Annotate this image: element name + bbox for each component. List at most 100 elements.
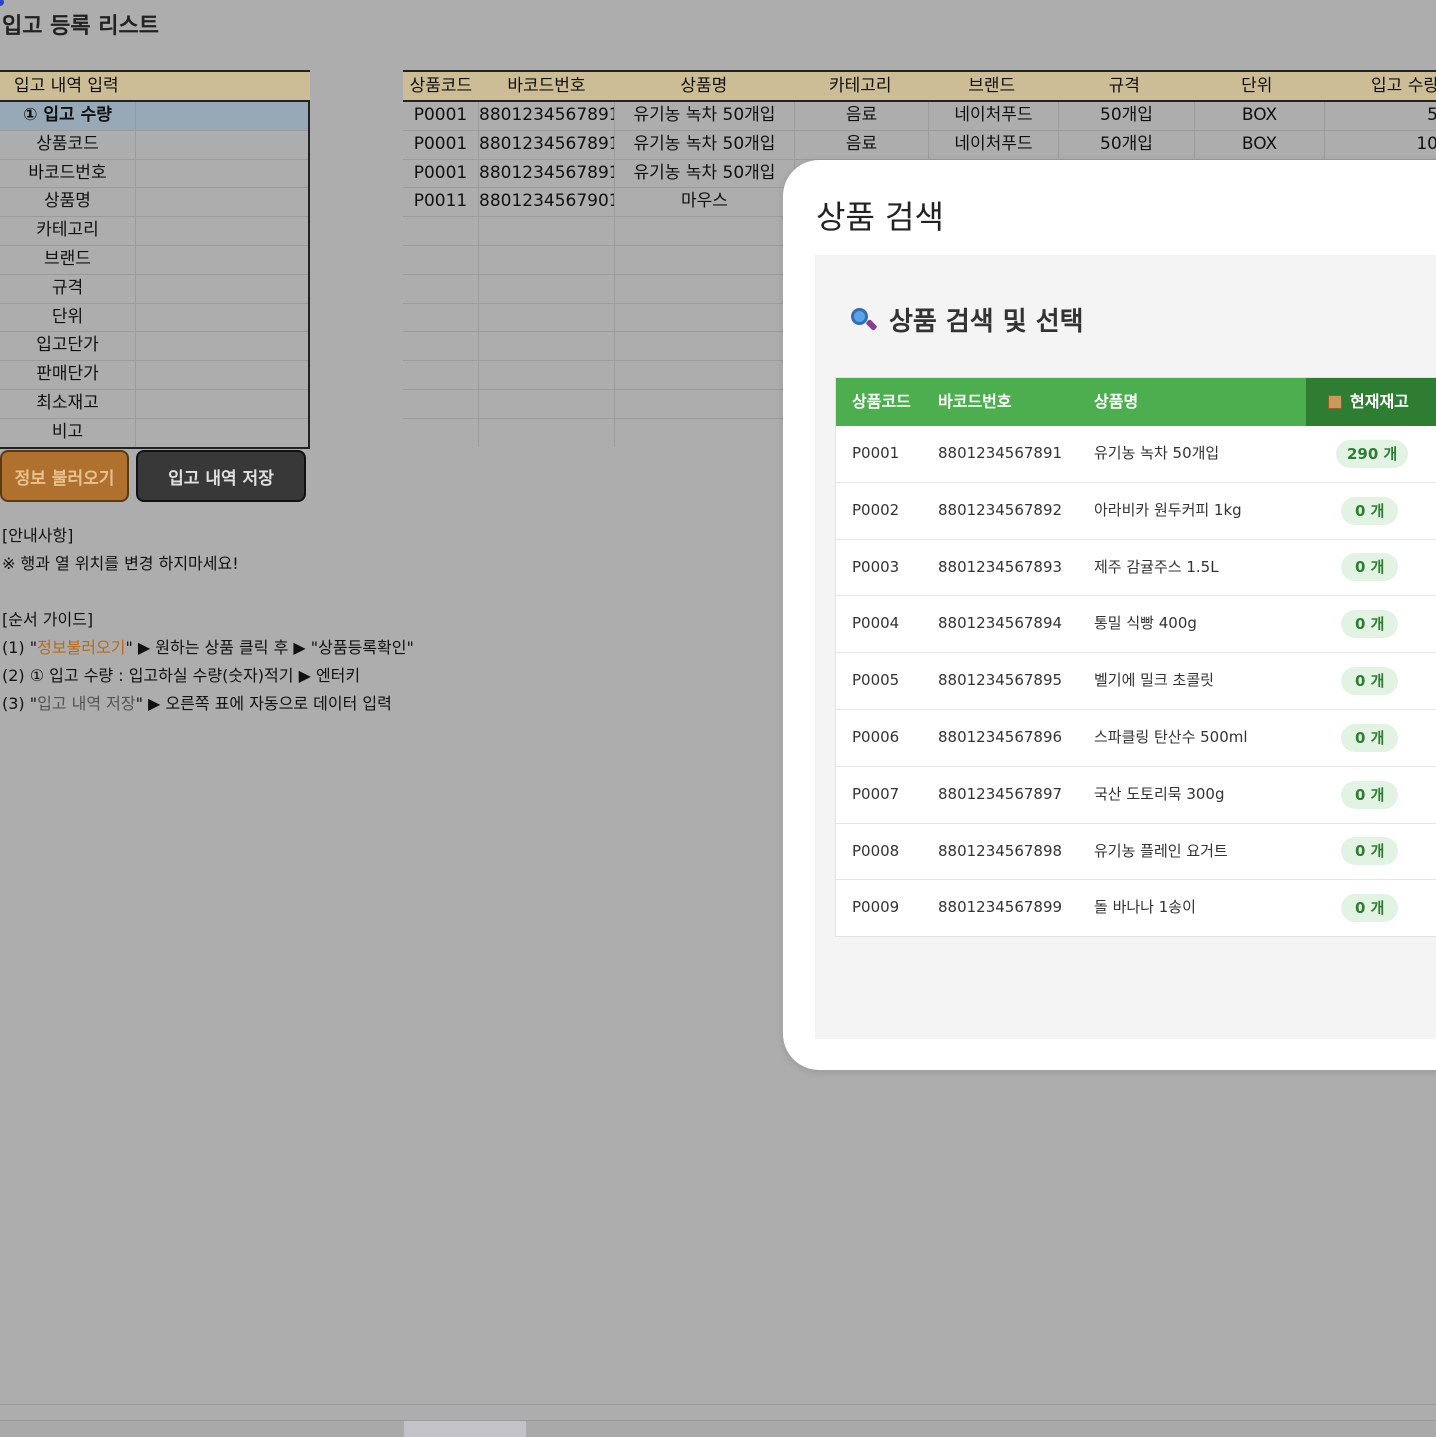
col-header[interactable]: 규격 xyxy=(1056,72,1191,100)
input-cell[interactable] xyxy=(136,361,308,389)
cell[interactable]: P0011 xyxy=(403,188,479,217)
col-header-stock[interactable]: 현재재고 xyxy=(1306,378,1436,426)
cell[interactable]: 유기농 녹차 50개입 xyxy=(615,130,795,159)
cell[interactable] xyxy=(615,418,795,447)
cell[interactable] xyxy=(403,274,479,303)
scrollbar-thumb[interactable] xyxy=(404,1421,526,1437)
cell[interactable]: 8801234567901 xyxy=(479,188,615,217)
cell[interactable] xyxy=(615,389,795,418)
input-cell[interactable] xyxy=(136,246,308,274)
cell[interactable]: 음료 xyxy=(795,130,929,159)
product-row[interactable]: P0008 8801234567898 유기농 플레인 요거트 0 개 xyxy=(836,824,1436,881)
input-cell[interactable] xyxy=(136,304,308,332)
input-cell[interactable] xyxy=(136,160,308,188)
input-cell[interactable] xyxy=(136,188,308,216)
cell[interactable] xyxy=(479,274,615,303)
input-row-sale-price[interactable]: 판매단가 xyxy=(0,361,308,390)
cell[interactable]: 8801234567891 xyxy=(479,159,615,188)
product-row[interactable]: P0002 8801234567892 아라비카 원두커피 1kg 0 개 xyxy=(836,483,1436,540)
input-row-code[interactable]: 상품코드 xyxy=(0,130,308,160)
cell[interactable] xyxy=(479,418,615,447)
product-row[interactable]: P0009 8801234567899 돌 바나나 1송이 0 개 xyxy=(836,880,1436,936)
input-row-name[interactable]: 상품명 xyxy=(0,188,308,218)
cell[interactable]: 5 xyxy=(1325,102,1436,130)
input-row-barcode[interactable]: 바코드번호 xyxy=(0,159,308,189)
cell[interactable]: 네이처푸드 xyxy=(929,130,1059,159)
col-header[interactable]: 상품명 xyxy=(1094,378,1306,426)
input-cell[interactable] xyxy=(136,390,308,418)
col-header[interactable]: 단위 xyxy=(1192,72,1322,100)
cell[interactable]: BOX xyxy=(1195,130,1325,159)
step-text: " ▶ 오른쪽 표에 자동으로 데이터 입력 xyxy=(135,694,392,713)
cell[interactable] xyxy=(479,217,615,245)
cell[interactable] xyxy=(615,245,795,274)
cell[interactable] xyxy=(615,361,795,389)
cell[interactable]: 8801234567891 xyxy=(479,102,615,130)
input-cell[interactable] xyxy=(136,419,308,447)
cell[interactable] xyxy=(403,361,479,389)
cell[interactable]: 유기농 녹차 50개입 xyxy=(615,159,795,188)
input-row-quantity[interactable]: ① 입고 수량 xyxy=(0,102,308,131)
cell[interactable] xyxy=(403,332,479,361)
cell[interactable] xyxy=(403,303,479,332)
cell[interactable] xyxy=(615,274,795,303)
cell[interactable]: 마우스 xyxy=(615,188,795,217)
cell[interactable] xyxy=(479,389,615,418)
cell[interactable] xyxy=(479,245,615,274)
col-header[interactable]: 브랜드 xyxy=(927,72,1057,100)
cell[interactable]: 10 xyxy=(1325,131,1436,159)
col-header[interactable]: 입고 수량 xyxy=(1321,72,1436,100)
col-header[interactable]: 상품명 xyxy=(614,72,793,100)
cell[interactable]: 50개입 xyxy=(1059,130,1195,159)
cell[interactable]: BOX xyxy=(1195,102,1325,130)
cell[interactable]: P0001 xyxy=(403,130,479,159)
cell[interactable] xyxy=(403,418,479,447)
product-row[interactable]: P0007 8801234567897 국산 도토리묵 300g 0 개 xyxy=(836,767,1436,824)
cell[interactable] xyxy=(479,332,615,361)
cell[interactable] xyxy=(615,303,795,332)
input-cell[interactable] xyxy=(136,102,308,130)
cell[interactable]: 유기농 녹차 50개입 xyxy=(615,102,795,130)
cell[interactable]: 네이처푸드 xyxy=(929,102,1059,130)
cell[interactable] xyxy=(615,217,795,245)
cell[interactable] xyxy=(403,217,479,245)
product-row[interactable]: P0003 8801234567893 제주 감귤주스 1.5L 0 개 xyxy=(836,540,1436,597)
product-row[interactable]: P0001 8801234567891 유기농 녹차 50개입 290 개 xyxy=(836,426,1436,483)
input-cell[interactable] xyxy=(136,275,308,303)
cell[interactable] xyxy=(403,245,479,274)
section-title-text: 상품 검색 및 선택 xyxy=(889,307,1084,337)
input-row-note[interactable]: 비고 xyxy=(0,418,308,447)
cell[interactable]: P0001 xyxy=(403,102,479,130)
col-header[interactable]: 상품코드 xyxy=(836,378,938,426)
cell[interactable]: 음료 xyxy=(795,102,929,130)
stock-badge: 0 개 xyxy=(1341,723,1399,752)
col-header[interactable]: 바코드번호 xyxy=(479,72,614,100)
cell[interactable]: 50개입 xyxy=(1059,102,1195,130)
input-row-purchase-price[interactable]: 입고단가 xyxy=(0,332,308,362)
product-row[interactable]: P0005 8801234567895 벨기에 밀크 초콜릿 0 개 xyxy=(836,653,1436,710)
input-row-unit[interactable]: 단위 xyxy=(0,303,308,333)
col-header[interactable]: 카테고리 xyxy=(794,72,927,100)
cell[interactable] xyxy=(479,303,615,332)
load-info-button[interactable]: 정보 불러오기 xyxy=(0,450,129,502)
table-row[interactable]: P0001 8801234567891 유기농 녹차 50개입 음료 네이처푸드 50개입… xyxy=(403,130,1436,160)
col-header[interactable]: 상품코드 xyxy=(403,72,479,100)
cell[interactable]: 8801234567891 xyxy=(479,130,615,159)
cell[interactable] xyxy=(479,361,615,389)
col-header[interactable]: 바코드번호 xyxy=(938,378,1094,426)
cell[interactable]: P0001 xyxy=(403,159,479,188)
input-cell[interactable] xyxy=(136,131,308,159)
input-row-spec[interactable]: 규격 xyxy=(0,274,308,304)
cell[interactable] xyxy=(615,332,795,361)
save-entry-button[interactable]: 입고 내역 저장 xyxy=(136,450,306,502)
input-row-min-stock[interactable]: 최소재고 xyxy=(0,389,308,419)
input-cell[interactable] xyxy=(136,332,308,360)
product-row[interactable]: P0004 8801234567894 통밀 식빵 400g 0 개 xyxy=(836,596,1436,654)
cell[interactable] xyxy=(403,389,479,418)
input-cell[interactable] xyxy=(136,217,308,245)
product-row[interactable]: P0006 8801234567896 스파클링 탄산수 500ml 0 개 xyxy=(836,710,1436,767)
input-row-category[interactable]: 카테고리 xyxy=(0,217,308,246)
table-row[interactable]: P0001 8801234567891 유기농 녹차 50개입 음료 네이처푸드 50개입… xyxy=(403,102,1436,131)
horizontal-scrollbar[interactable] xyxy=(0,1420,1436,1437)
input-row-brand[interactable]: 브랜드 xyxy=(0,245,308,275)
